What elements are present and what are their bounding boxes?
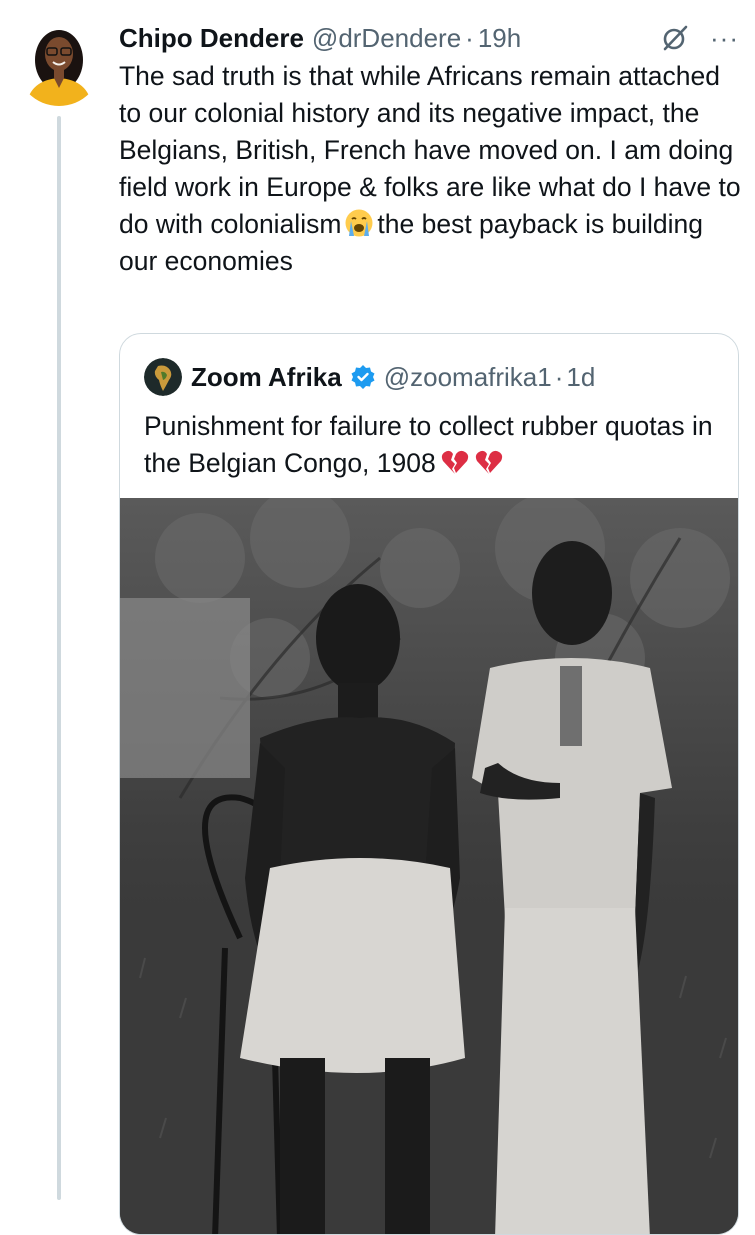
broken-heart-emoji (440, 447, 470, 477)
broken-heart-emoji (474, 447, 504, 477)
tweet-header: Chipo Dendere @drDendere · 19h ··· (119, 18, 739, 58)
quote-text-content: Punishment for failure to collect rubber… (144, 411, 713, 478)
verified-badge-icon (350, 364, 376, 390)
quote-timestamp[interactable]: 1d (566, 362, 595, 393)
header-actions: ··· (660, 18, 739, 58)
separator-dot: · (465, 22, 474, 53)
author-handle[interactable]: @drDendere (312, 23, 461, 54)
grok-icon[interactable] (660, 23, 690, 53)
tweet-text: The sad truth is that while Africans rem… (119, 58, 741, 280)
quote-author-name[interactable]: Zoom Afrika (191, 362, 342, 393)
quote-separator-dot: · (554, 361, 564, 392)
more-options-icon[interactable]: ··· (710, 25, 739, 51)
author-name[interactable]: Chipo Dendere (119, 23, 304, 54)
quote-photo[interactable] (120, 498, 738, 1234)
quote-text: Punishment for failure to collect rubber… (144, 408, 724, 482)
thread-connector-line (57, 116, 61, 1200)
author-avatar[interactable] (16, 20, 102, 106)
quote-author-handle[interactable]: @zoomafrika1 (384, 362, 552, 393)
quoted-tweet-card[interactable]: Zoom Afrika @zoomafrika1 · 1d Punishment… (119, 333, 739, 1235)
loudly-crying-face-emoji (344, 208, 374, 238)
quote-header: Zoom Afrika @zoomafrika1 · 1d (144, 356, 595, 398)
quote-author-avatar[interactable] (144, 358, 182, 396)
tweet-timestamp[interactable]: 19h (478, 23, 521, 54)
main-tweet[interactable]: Chipo Dendere @drDendere · 19h ··· The s… (119, 18, 741, 280)
